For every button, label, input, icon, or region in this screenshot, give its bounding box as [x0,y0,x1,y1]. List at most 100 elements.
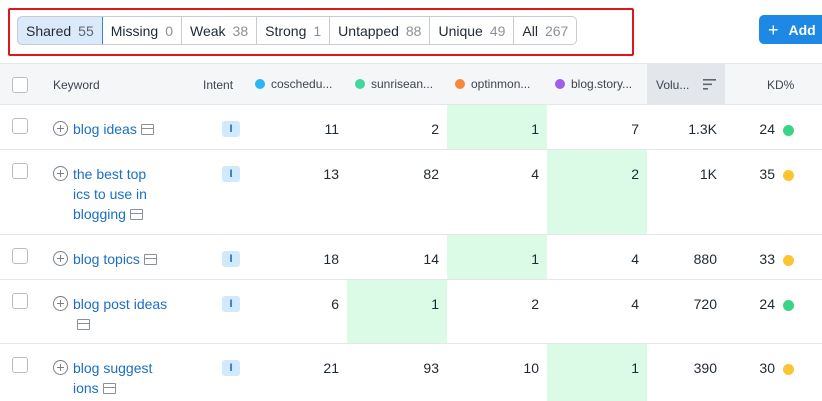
competitor-position: 1 [531,251,539,267]
keyword-cell: the best topics to use in blogging [53,164,148,224]
filter-tab-label: Unique [438,22,483,39]
kd-value: 30 [759,360,775,376]
competitor-column-header[interactable]: optinmon... [455,77,530,91]
filter-tab-label: Strong [265,22,307,39]
keyword-link[interactable]: blog post ideas [73,294,171,334]
competitor-position: 21 [323,360,339,376]
row-checkbox[interactable] [12,118,28,134]
competitor-position: 4 [631,296,639,312]
keyword-link[interactable]: blog ideas [73,119,154,139]
serp-features-icon[interactable] [77,319,90,330]
table-row: blog suggestions I 21 93 10 1 390 30 [0,344,822,401]
row-checkbox[interactable] [12,163,28,179]
intent-badge: I [222,360,240,376]
add-keyword-icon[interactable] [53,121,68,136]
filter-tabs: Shared 55 Missing 0 Weak 38 Strong 1 Unt… [17,16,578,45]
kd-value: 24 [759,121,775,137]
serp-features-icon[interactable] [143,254,157,265]
keyword-cell: blog ideas [53,119,173,139]
competitor-position: 1 [431,296,439,312]
intent-badge: I [222,121,240,137]
intent-column-header[interactable]: Intent [203,78,233,92]
competitor-position: 6 [331,296,339,312]
keyword-column-header[interactable]: Keyword [53,78,100,92]
competitor-position: 93 [423,360,439,376]
filter-tab-unique[interactable]: Unique 49 [430,17,515,44]
filter-tab-missing[interactable]: Missing 0 [103,17,182,44]
competitor-position: 4 [631,251,639,267]
kd-indicator [783,255,794,266]
filter-tab-all[interactable]: All 267 [514,17,576,44]
table-row: the best topics to use in blogging I 13 … [0,150,822,235]
serp-features-icon[interactable] [129,209,143,220]
competitor-position: 18 [323,251,339,267]
competitor-label: blog.story... [571,77,633,91]
intent-badge: I [222,166,240,182]
filter-tab-count: 1 [313,22,322,39]
volume-value: 1.3K [688,121,717,137]
competitor-position: 2 [431,121,439,137]
add-keyword-icon[interactable] [53,166,68,181]
intent-badge: I [222,296,240,312]
volume-label: Volu... [656,78,690,92]
competitor-dot [555,79,565,89]
kd-value: 35 [759,166,775,182]
serp-features-icon[interactable] [140,124,154,135]
volume-column-header[interactable]: Volu... [647,64,725,105]
keyword-link[interactable]: the best topics to use in blogging [73,164,148,224]
table-row: blog ideas I 11 2 1 7 1.3K 24 [0,105,822,150]
competitor-column-header[interactable]: coschedu... [255,77,332,91]
filter-tab-strong[interactable]: Strong 1 [257,17,331,44]
competitor-column-header[interactable]: sunrisean... [355,77,433,91]
kd-value: 33 [759,251,775,267]
sort-descending-icon[interactable] [703,79,716,90]
filter-tab-count: 38 [232,22,249,39]
add-button[interactable]: + Add [759,15,822,44]
competitor-column-header[interactable]: blog.story... [555,77,632,91]
table-header: Keyword Intent coschedu... sunrisean... … [0,63,822,105]
keyword-link[interactable]: blog suggestions [73,358,153,398]
competitor-dot [355,79,365,89]
competitor-position: 4 [531,166,539,182]
filter-tab-label: Missing [110,22,159,39]
competitor-position: 11 [324,121,339,137]
competitor-position: 2 [631,166,639,182]
filter-tab-count: 267 [544,22,569,39]
table-row: blog post ideas I 6 1 2 4 720 24 [0,280,822,344]
row-checkbox[interactable] [12,248,28,264]
add-keyword-icon[interactable] [53,251,68,266]
competitor-position: 14 [423,251,439,267]
serp-features-icon[interactable] [102,383,116,394]
filter-tab-shared[interactable]: Shared 55 [18,17,103,44]
competitor-label: coschedu... [271,77,333,91]
filter-tab-count: 55 [78,22,94,39]
kd-column-header[interactable]: KD% [767,78,794,92]
volume-value: 390 [693,360,717,376]
filter-tab-count: 49 [489,22,506,39]
filter-tab-weak[interactable]: Weak 38 [182,17,258,44]
keyword-link[interactable]: blog topics [73,249,157,269]
add-keyword-icon[interactable] [53,360,68,375]
competitor-position: 1 [631,360,639,376]
keyword-cell: blog suggestions [53,358,153,398]
competitor-position: 2 [531,296,539,312]
add-keyword-icon[interactable] [53,296,68,311]
filter-tab-count: 88 [405,22,422,39]
kd-indicator [783,364,794,375]
filter-tab-untapped[interactable]: Untapped 88 [330,17,431,44]
volume-value: 1K [699,166,717,182]
competitor-position: 82 [423,166,439,182]
highlight-cell [547,150,647,234]
row-checkbox[interactable] [12,357,28,373]
plus-icon: + [768,19,779,40]
kd-value: 24 [759,296,775,312]
select-all-checkbox[interactable] [12,77,28,93]
keyword-table: Keyword Intent coschedu... sunrisean... … [0,63,822,401]
intent-badge: I [222,251,240,267]
competitor-dot [255,79,265,89]
row-checkbox[interactable] [12,293,28,309]
competitor-position: 7 [631,121,639,137]
competitor-position: 10 [523,360,539,376]
volume-value: 720 [693,296,717,312]
filter-tab-label: Shared [26,22,72,39]
